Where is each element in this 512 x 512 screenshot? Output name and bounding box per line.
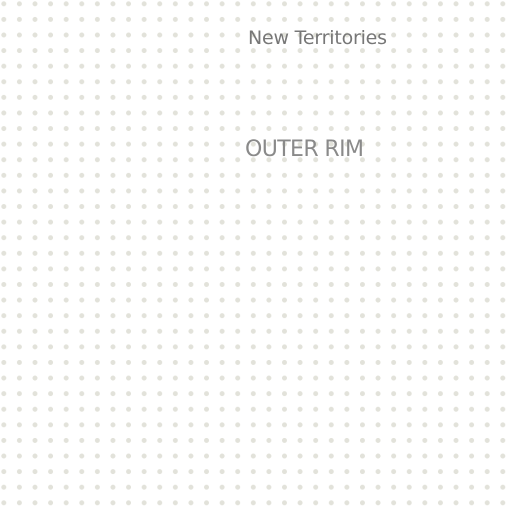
zone-label: OUTER RIM — [245, 137, 364, 162]
region-label: New Territories — [248, 27, 387, 49]
map-canvas[interactable]: New Territories OUTER RIM — [0, 0, 512, 512]
